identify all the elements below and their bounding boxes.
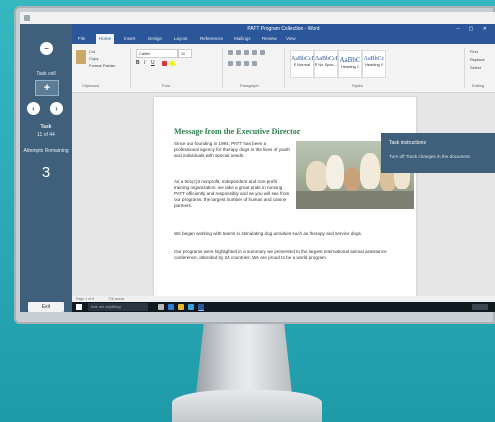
tab-review[interactable]: Review (262, 34, 277, 44)
dog-shape (344, 167, 360, 191)
taskbar-search-input[interactable]: Ask me anything (88, 303, 148, 311)
select-button[interactable]: Select (470, 65, 481, 70)
ribbon-divider (464, 48, 465, 88)
task-instructions-panel: Task instructions Turn off Track changes… (381, 133, 495, 173)
font-color-icon[interactable] (162, 61, 167, 66)
photo-ground (296, 191, 414, 209)
attempts-remaining: 3 (41, 164, 51, 181)
tab-home[interactable]: Home (96, 34, 115, 44)
editing-group-label: Editing (472, 83, 485, 88)
font-name-value: Calibri (139, 51, 151, 56)
fourth-paragraph: Our programs were highlighted in a summa… (174, 249, 387, 261)
exit-button[interactable]: Exit (28, 302, 64, 312)
ribbon-tabs: File Home Insert Design Layout Reference… (72, 34, 495, 44)
system-tray[interactable] (472, 304, 488, 310)
next-task-icon[interactable]: › (50, 102, 63, 115)
word-window: PATT Program Collection - Word – ▢ ✕ Fil… (72, 24, 495, 312)
second-paragraph: As a 501(c)3 nonprofit, Independent and … (174, 179, 290, 209)
align-right-icon[interactable] (244, 61, 249, 66)
task-position: 11 of 44 (37, 132, 55, 138)
copy-button[interactable]: Copy (89, 56, 98, 61)
bold-icon[interactable]: B (136, 60, 140, 66)
attempts-label: Attempts Remaining (23, 148, 69, 154)
italic-icon[interactable]: I (144, 60, 145, 66)
font-group-label: Font (162, 83, 171, 88)
bullets-icon[interactable] (228, 50, 233, 55)
style-normal-name: ¶ Normal (293, 62, 311, 67)
task-cell-label: Task cell (36, 71, 56, 77)
increase-indent-icon[interactable] (260, 50, 265, 55)
document-area: Message from the Executive Director Sinc… (72, 93, 495, 296)
underline-icon[interactable]: U (151, 60, 155, 66)
task-view-icon[interactable] (158, 304, 164, 310)
highlight-icon[interactable] (170, 61, 175, 66)
third-paragraph: We began working with teams in stimulati… (174, 231, 363, 236)
paragraph-group-label: Paragraph (240, 83, 259, 88)
taskbar: Ask me anything (72, 302, 495, 312)
document-page[interactable]: Message from the Executive Director Sinc… (154, 97, 416, 296)
style-heading-2-name: Heading 2 (364, 62, 384, 67)
style-heading-1-name: Heading 1 (340, 64, 360, 69)
tab-references[interactable]: References (200, 34, 223, 44)
ribbon-divider (222, 48, 223, 88)
add-task-cell-button[interactable]: + (35, 80, 59, 96)
monitor-stand-neck (196, 324, 292, 394)
style-heading-1-sample: AaBbC (339, 56, 361, 64)
previous-task-icon[interactable]: ‹ (27, 102, 40, 115)
multilevel-list-icon[interactable] (244, 50, 249, 55)
dog-shape (360, 153, 380, 189)
document-heading: Message from the Executive Director (174, 127, 301, 136)
task-instructions-text: Turn off Track changes in the document. (389, 154, 471, 159)
cut-button[interactable]: Cut (89, 49, 95, 54)
intro-paragraph: Since our founding in 1994, PATT has bee… (174, 141, 290, 159)
browser-tab-icon (24, 15, 30, 21)
exam-panel: − Task cell + ‹ › Task 11 of 44 Attempts… (20, 24, 72, 312)
style-heading-2[interactable]: AaBbCc Heading 2 (362, 50, 386, 78)
font-size-value: 11 (181, 51, 186, 56)
align-left-icon[interactable] (228, 61, 233, 66)
ribbon-divider (284, 48, 285, 88)
tab-layout[interactable]: Layout (174, 34, 188, 44)
tab-design[interactable]: Design (148, 34, 162, 44)
find-button[interactable]: Find (470, 49, 478, 54)
screen: − Task cell + ‹ › Task 11 of 44 Attempts… (20, 12, 495, 312)
collapse-icon[interactable]: − (40, 42, 53, 55)
style-no-spacing[interactable]: AaBbCcDc ¶ No Spac... (314, 50, 343, 78)
styles-group-label: Styles (352, 83, 363, 88)
align-center-icon[interactable] (236, 61, 241, 66)
style-no-spacing-name: ¶ No Spac... (315, 62, 337, 67)
format-painter-button[interactable]: Format Painter (89, 63, 115, 68)
task-instructions-title: Task instructions (389, 140, 426, 146)
justify-icon[interactable] (252, 61, 257, 66)
ribbon-divider (130, 48, 131, 88)
ribbon: Cut Copy Format Painter Clipboard Calibr… (72, 44, 495, 93)
style-heading-1[interactable]: AaBbC Heading 1 (338, 50, 362, 78)
paste-icon[interactable] (76, 50, 86, 64)
word-taskbar-icon[interactable] (198, 304, 204, 311)
numbering-icon[interactable] (236, 50, 241, 55)
task-label: Task (40, 124, 52, 130)
tab-view[interactable]: View (286, 34, 296, 44)
store-icon[interactable] (188, 304, 194, 310)
monitor-stand-base (172, 390, 322, 422)
tab-mailings[interactable]: Mailings (234, 34, 251, 44)
font-name-select[interactable]: Calibri (136, 49, 178, 58)
dog-shape (326, 155, 344, 189)
windows-start-icon[interactable] (76, 304, 82, 310)
window-title: PATT Program Collection - Word (247, 26, 320, 32)
style-normal[interactable]: AaBbCcDc ¶ Normal (290, 50, 319, 78)
font-size-select[interactable]: 11 (178, 49, 192, 58)
title-bar: PATT Program Collection - Word – ▢ ✕ (72, 24, 495, 34)
clipboard-group-label: Clipboard (82, 83, 100, 88)
decrease-indent-icon[interactable] (252, 50, 257, 55)
edge-icon[interactable] (168, 304, 174, 310)
replace-button[interactable]: Replace (470, 57, 485, 62)
dog-shape (306, 161, 328, 191)
tab-insert[interactable]: Insert (124, 34, 135, 44)
tab-file[interactable]: File (78, 34, 85, 44)
file-explorer-icon[interactable] (178, 304, 184, 310)
window-controls[interactable]: – ▢ ✕ (457, 24, 491, 34)
